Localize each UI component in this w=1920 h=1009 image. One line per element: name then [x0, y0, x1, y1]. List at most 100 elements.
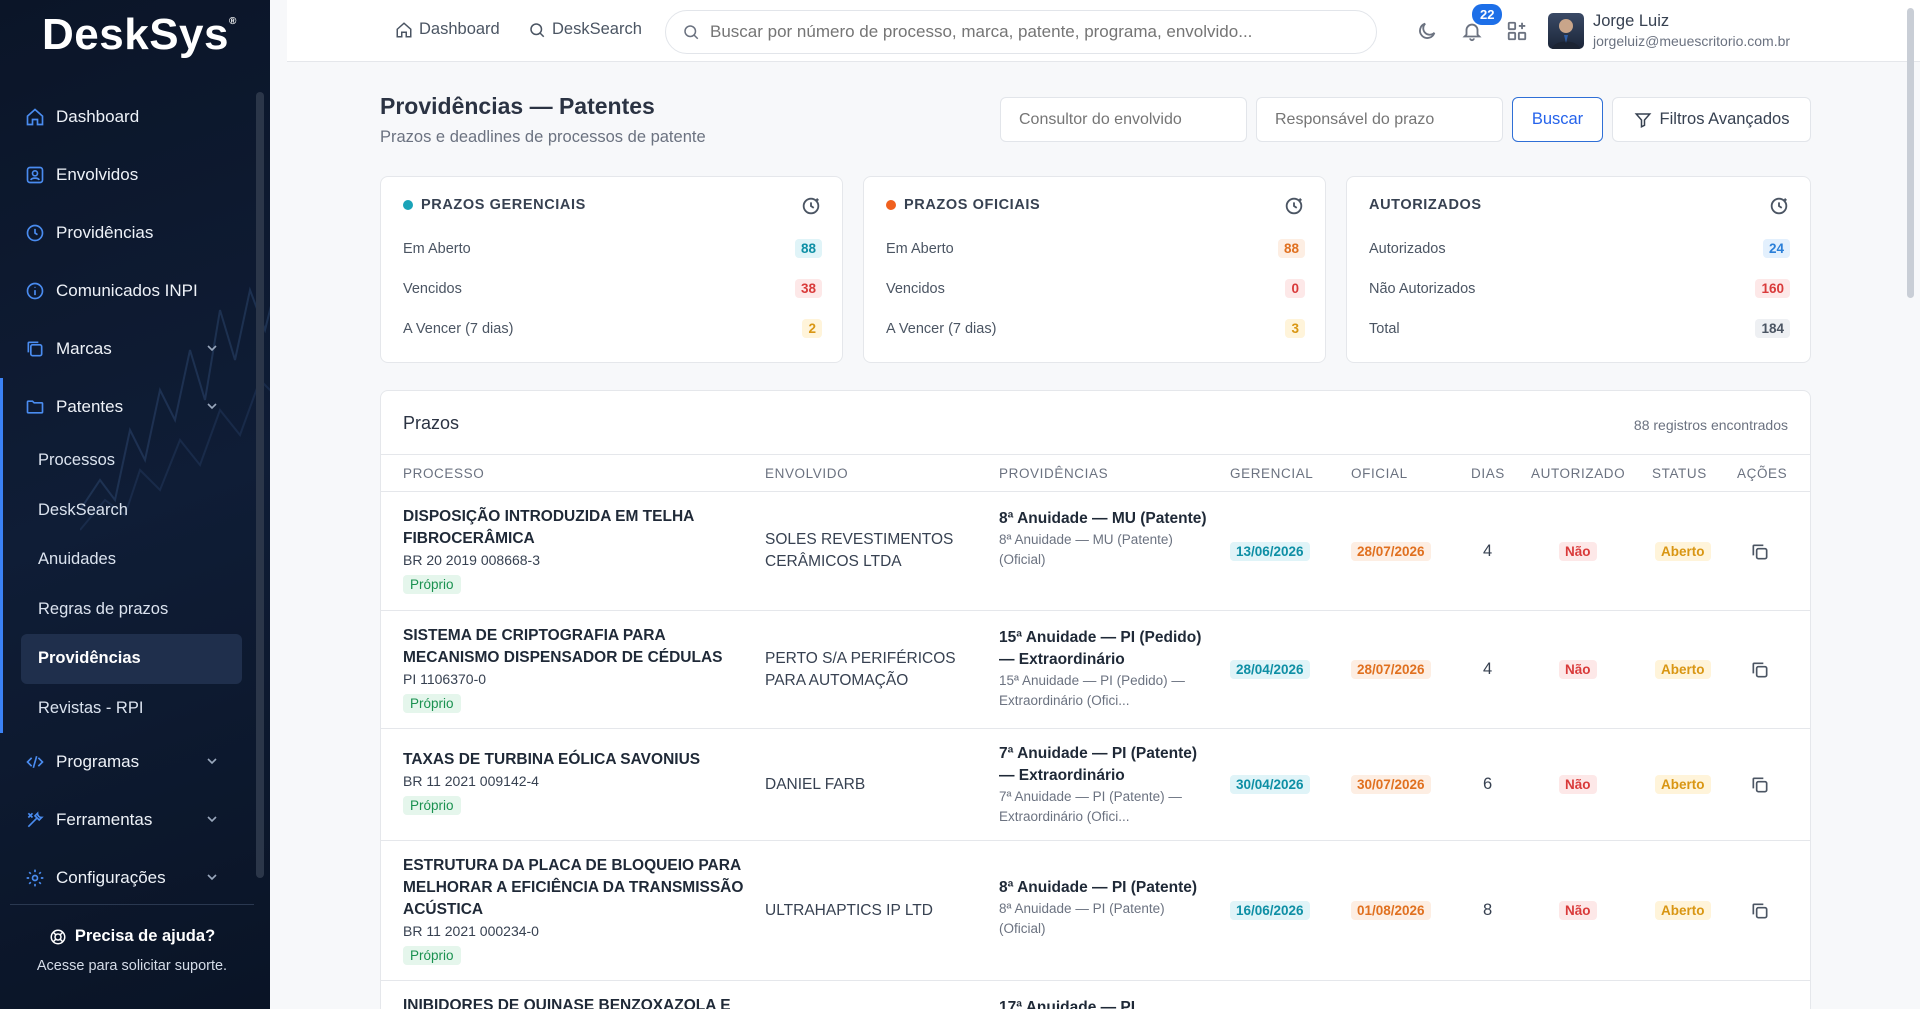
buscar-button[interactable]: Buscar: [1512, 97, 1603, 142]
topbar-dashboard-link[interactable]: Dashboard: [395, 20, 500, 39]
cell-providencias: 15ª Anuidade — PI (Pedido) — Extraordiná…: [999, 627, 1209, 711]
process-title[interactable]: SISTEMA DE CRIPTOGRAFIA PARA MECANISMO D…: [403, 625, 753, 669]
sidebar-subitem-regras-de-prazos[interactable]: Regras de prazos: [3, 585, 256, 635]
cell-providencias: 7ª Anuidade — PI (Patente) — Extraordiná…: [999, 743, 1209, 827]
row-label: Vencidos: [403, 280, 462, 297]
oficial-date: 01/08/2026: [1351, 901, 1431, 920]
page-scrollbar[interactable]: [1907, 8, 1914, 298]
sidebar-item-ferramentas[interactable]: Ferramentas: [0, 791, 256, 849]
providencia-title: 8ª Anuidade — MU (Patente): [999, 510, 1207, 527]
table-row[interactable]: DISPOSIÇÃO INTRODUZIDA EM TELHA FIBROCER…: [381, 492, 1810, 611]
ownership-tag: Próprio: [403, 575, 461, 594]
user-avatar[interactable]: [1548, 13, 1584, 49]
history-clock-icon: [802, 197, 820, 215]
ownership-tag: Próprio: [403, 694, 461, 713]
card-row-a-vencer: A Vencer (7 dias) 2: [403, 319, 822, 338]
table-row[interactable]: TAXAS DE TURBINA EÓLICA SAVONIUS BR 11 2…: [381, 729, 1810, 841]
sidebar-item-providencias[interactable]: Providências: [0, 204, 256, 262]
card-autorizados: AUTORIZADOS Autorizados 24 Não Autorizado…: [1346, 176, 1811, 363]
sidebar-item-dashboard[interactable]: Dashboard: [0, 88, 256, 146]
sidebar-item-programas[interactable]: Programas: [0, 733, 256, 791]
status-dot: [886, 200, 896, 210]
copy-action-icon[interactable]: [1750, 775, 1770, 795]
copy-action-icon[interactable]: [1750, 660, 1770, 680]
responsavel-filter-input[interactable]: [1256, 97, 1503, 142]
table-row[interactable]: ESTRUTURA DA PLACA DE BLOQUEIO PARA MELH…: [381, 841, 1810, 981]
sidebar-subitem-revistas-rpi[interactable]: Revistas - RPI: [3, 684, 256, 734]
filtros-avancados-label: Filtros Avançados: [1659, 110, 1790, 128]
sidebar-item-patentes[interactable]: Patentes: [0, 378, 256, 436]
patentes-submenu: Processos DeskSearch Anuidades Regras de…: [0, 436, 256, 733]
chevron-down-icon: [207, 403, 217, 410]
process-number: PI 1106370-0: [403, 671, 487, 687]
cell-processo: ESTRUTURA DA PLACA DE BLOQUEIO PARA MELH…: [403, 855, 753, 965]
gerencial-date: 30/04/2026: [1230, 775, 1310, 794]
process-number: BR 11 2021 000234-0: [403, 923, 539, 939]
card-row-autorizados: Autorizados 24: [1369, 239, 1790, 258]
card-row-vencidos: Vencidos 0: [886, 279, 1305, 298]
card-title: AUTORIZADOS: [1369, 197, 1482, 213]
cell-envolvido: DANIEL FARB: [765, 776, 866, 793]
gear-icon: [24, 867, 46, 889]
col-gerencial[interactable]: GERENCIAL: [1230, 466, 1313, 481]
table-row[interactable]: INIBIDORES DE QUINASE BENZOXAZOLA E 17ª …: [381, 981, 1810, 1009]
sidebar-subitem-providencias[interactable]: Providências: [21, 634, 242, 684]
sidebar-nav: Dashboard Envolvidos Providências Comuni…: [0, 88, 256, 907]
process-title[interactable]: TAXAS DE TURBINA EÓLICA SAVONIUS: [403, 749, 753, 771]
notifications-badge[interactable]: 22: [1472, 4, 1503, 25]
sidebar-item-label: Programas: [56, 752, 140, 771]
col-dias[interactable]: DIAS: [1471, 466, 1505, 481]
sidebar-subitem-desksearch[interactable]: DeskSearch: [3, 486, 256, 536]
card-title: PRAZOS GERENCIAIS: [421, 197, 586, 213]
sidebar-item-comunicados-inpi[interactable]: Comunicados INPI: [0, 262, 256, 320]
row-value: 0: [1285, 279, 1305, 298]
filtros-avancados-button[interactable]: Filtros Avançados: [1612, 97, 1811, 142]
table-row[interactable]: SISTEMA DE CRIPTOGRAFIA PARA MECANISMO D…: [381, 611, 1810, 729]
process-title[interactable]: DISPOSIÇÃO INTRODUZIDA EM TELHA FIBROCER…: [403, 506, 753, 550]
dias-value: 4: [1483, 542, 1493, 560]
copy-action-icon[interactable]: [1750, 901, 1770, 921]
row-value: 184: [1755, 319, 1790, 338]
gerencial-date: 16/06/2026: [1230, 901, 1310, 920]
sidebar-subitem-anuidades[interactable]: Anuidades: [3, 535, 256, 585]
ownership-tag: Próprio: [403, 796, 461, 815]
process-title[interactable]: INIBIDORES DE QUINASE BENZOXAZOLA E: [403, 995, 753, 1009]
history-clock-icon: [1285, 197, 1303, 215]
row-value: 88: [794, 239, 822, 258]
card-row-a-vencer: A Vencer (7 dias) 3: [886, 319, 1305, 338]
col-autorizado[interactable]: AUTORIZADO: [1531, 466, 1625, 481]
dark-mode-moon-icon[interactable]: [1416, 20, 1438, 42]
col-providencias[interactable]: PROVIDÊNCIAS: [999, 466, 1108, 481]
global-search[interactable]: [665, 10, 1377, 54]
consultor-filter-input[interactable]: [1000, 97, 1247, 142]
process-number: BR 20 2019 008668-3: [403, 552, 540, 568]
oficial-date: 28/07/2026: [1351, 660, 1431, 679]
col-oficial[interactable]: OFICIAL: [1351, 466, 1408, 481]
sidebar-subitem-processos[interactable]: Processos: [3, 436, 256, 486]
row-label: A Vencer (7 dias): [886, 320, 997, 337]
global-search-input[interactable]: [710, 22, 1350, 42]
col-envolvido[interactable]: ENVOLVIDO: [765, 466, 848, 481]
col-processo[interactable]: PROCESSO: [403, 466, 484, 481]
autorizado-badge: Não: [1559, 660, 1597, 679]
user-name[interactable]: Jorge Luiz: [1593, 12, 1669, 31]
cell-processo: DISPOSIÇÃO INTRODUZIDA EM TELHA FIBROCER…: [403, 506, 753, 594]
help-box[interactable]: Precisa de ajuda? Acesse para solicitar …: [10, 904, 254, 974]
copy-action-icon[interactable]: [1750, 542, 1770, 562]
col-status[interactable]: STATUS: [1652, 466, 1707, 481]
topbar-desksearch-link[interactable]: DeskSearch: [528, 20, 642, 39]
sidebar-item-configuracoes[interactable]: Configurações: [0, 849, 256, 907]
card-prazos-oficiais: PRAZOS OFICIAIS Em Aberto 88 Vencidos 0 A …: [863, 176, 1326, 363]
logo-text: DeskSys: [42, 10, 229, 59]
oficial-date: 30/07/2026: [1351, 775, 1431, 794]
apps-grid-icon[interactable]: [1506, 20, 1528, 42]
row-label: Não Autorizados: [1369, 280, 1476, 297]
sidebar-item-marcas[interactable]: Marcas: [0, 320, 256, 378]
card-prazos-gerenciais: PRAZOS GERENCIAIS Em Aberto 88 Vencidos 38…: [380, 176, 843, 363]
sidebar-scrollbar[interactable]: [256, 92, 264, 878]
card-header: PRAZOS GERENCIAIS: [403, 197, 586, 213]
autorizado-badge: Não: [1559, 901, 1597, 920]
app-logo[interactable]: DeskSys®: [42, 10, 237, 60]
process-title[interactable]: ESTRUTURA DA PLACA DE BLOQUEIO PARA MELH…: [403, 855, 753, 921]
sidebar-item-envolvidos[interactable]: Envolvidos: [0, 146, 256, 204]
